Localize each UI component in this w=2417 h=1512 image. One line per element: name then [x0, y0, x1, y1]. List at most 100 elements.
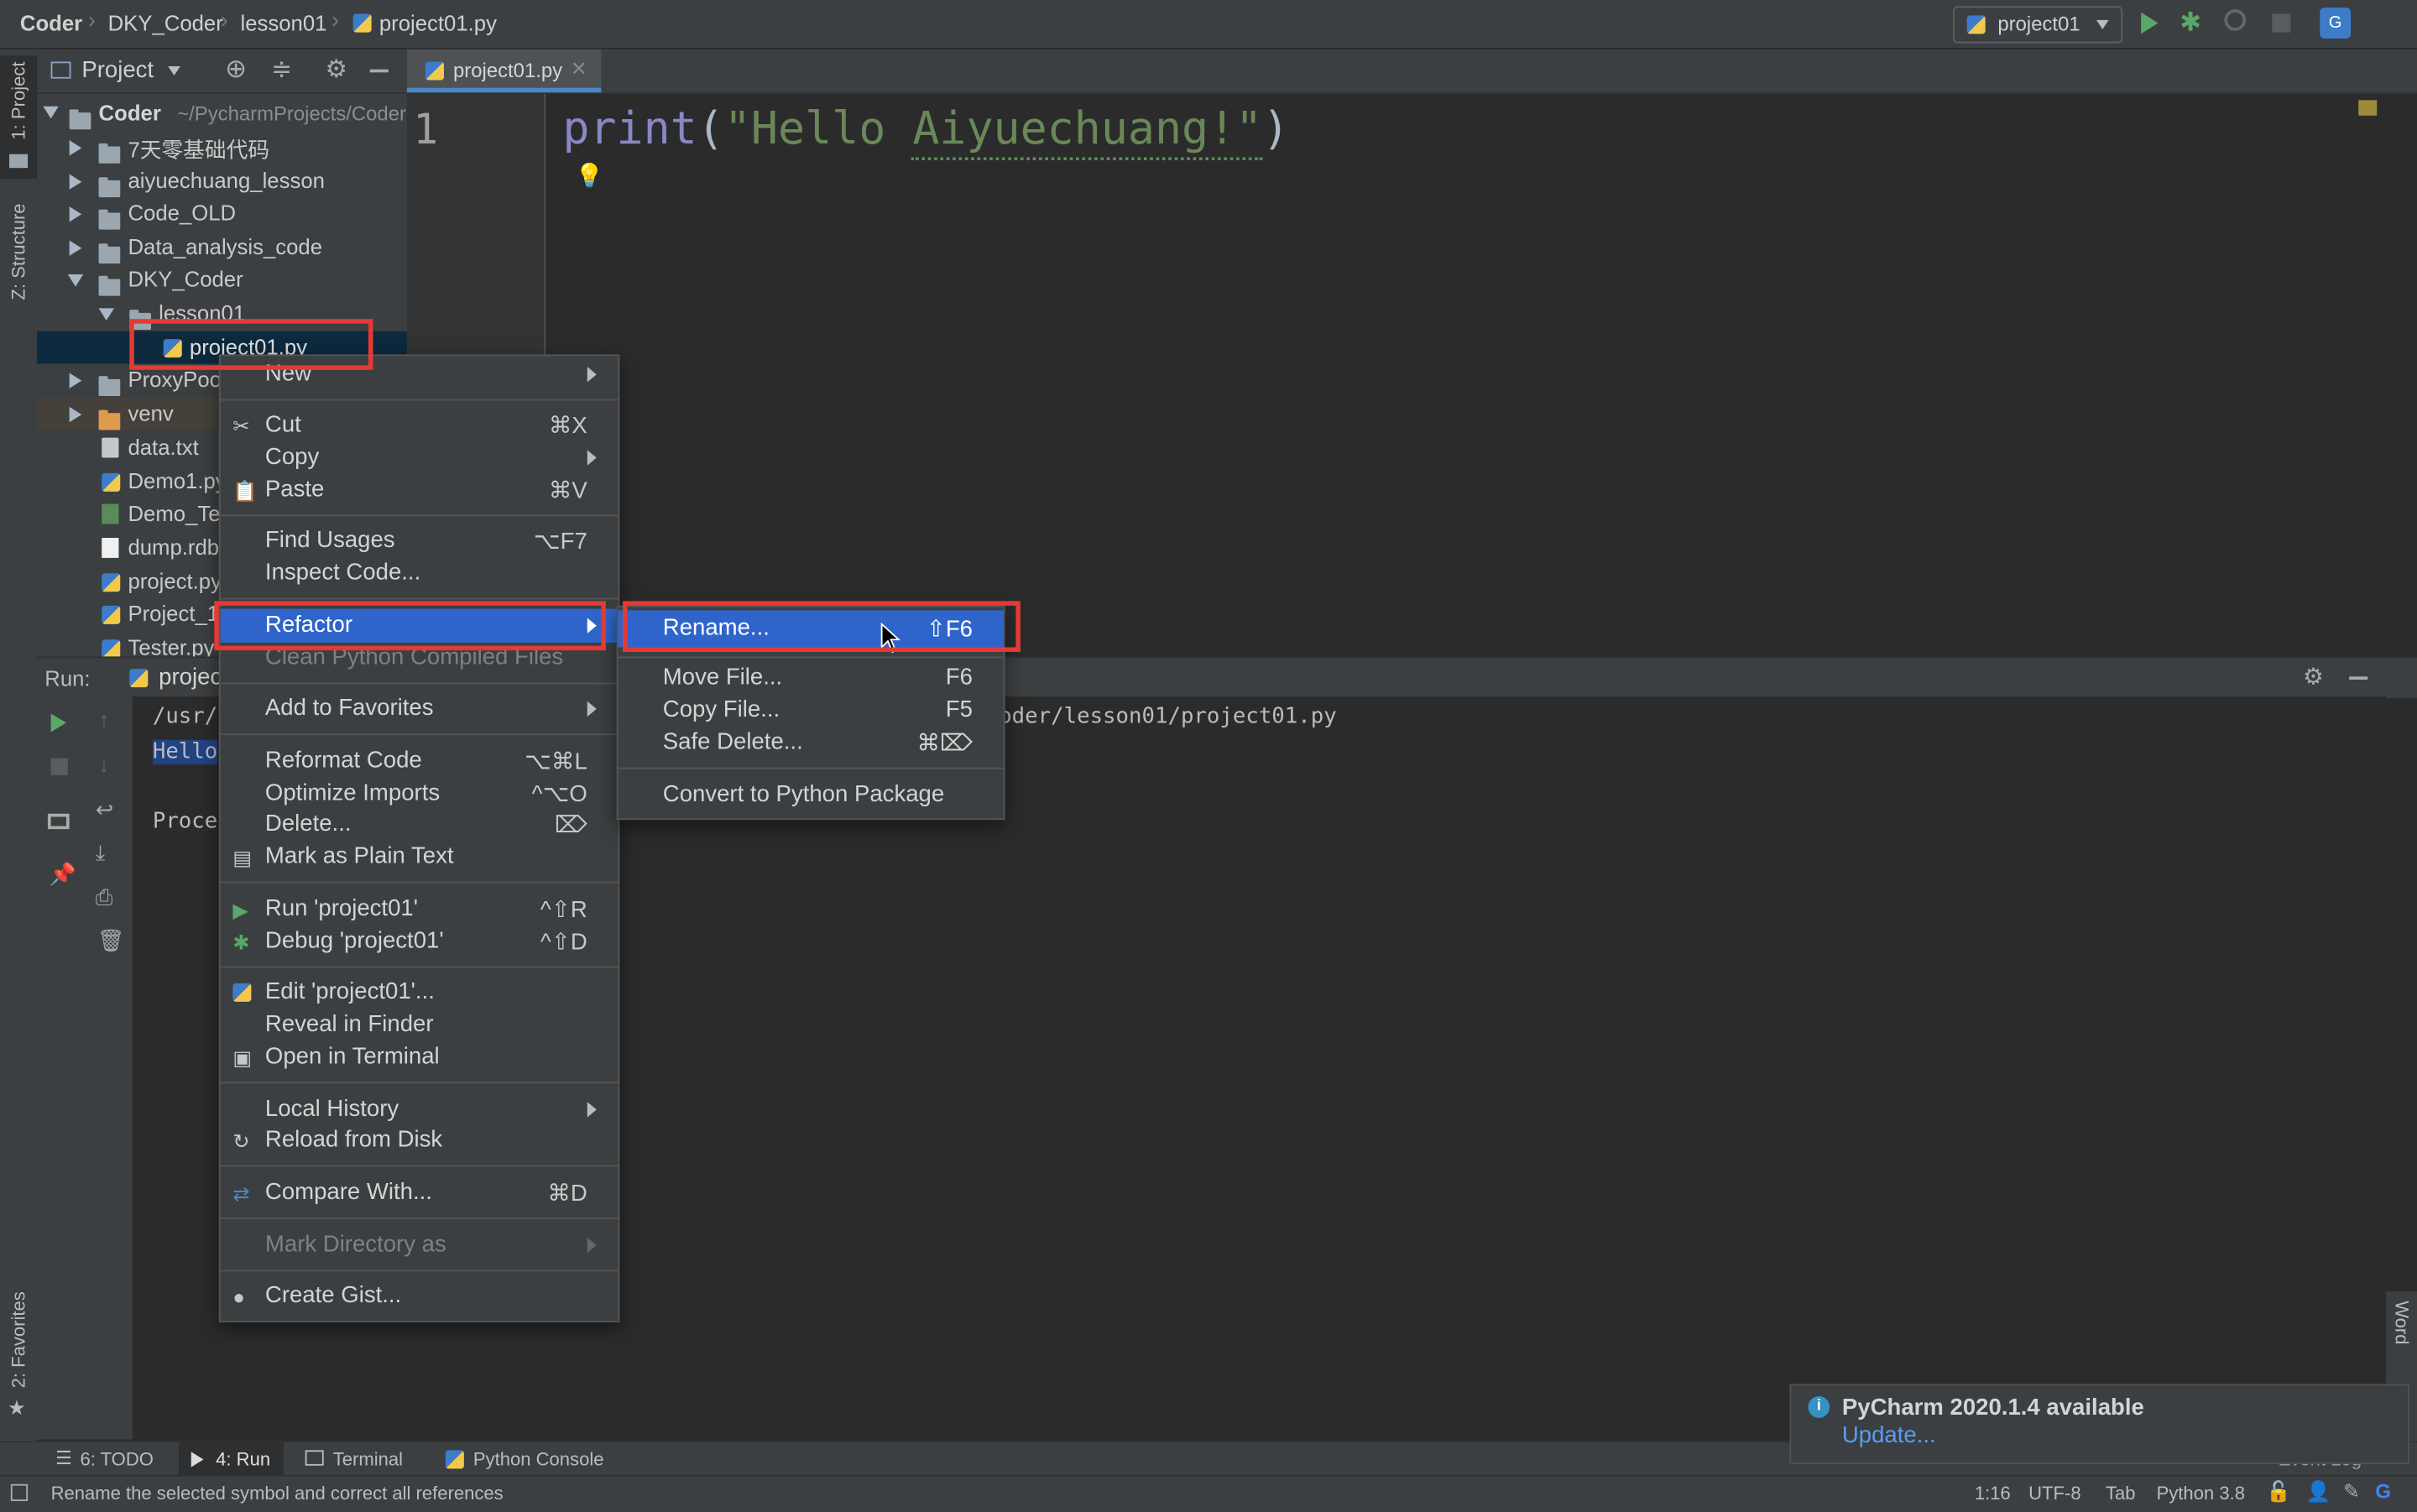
close-icon[interactable]: ✕: [571, 57, 587, 81]
coverage-icon[interactable]: [2224, 9, 2247, 31]
code-token-string: "Hello Aiyuechuang!": [723, 102, 1263, 154]
expand-arrow-icon[interactable]: [69, 373, 82, 388]
update-notification[interactable]: i PyCharm 2020.1.4 available Update...: [1789, 1384, 2409, 1464]
menu-item-reveal-finder[interactable]: Reveal in Finder: [221, 1009, 619, 1040]
status-interpreter[interactable]: Python 3.8: [2157, 1483, 2245, 1504]
submenu-item-convert-package[interactable]: Convert to Python Package: [619, 779, 1004, 811]
menu-item-copy[interactable]: Copy: [221, 442, 619, 473]
breadcrumb-lesson01[interactable]: lesson01: [241, 11, 327, 35]
code-editor[interactable]: print("Hello Aiyuechuang!") 💡: [546, 94, 2417, 655]
breadcrumb-project01[interactable]: project01.py: [379, 11, 497, 35]
expand-arrow-icon[interactable]: [69, 206, 82, 222]
scroll-to-end-icon[interactable]: ⤓: [96, 840, 105, 866]
menu-item-add-favorites[interactable]: Add to Favorites: [221, 694, 619, 725]
chevron-down-icon[interactable]: [168, 65, 180, 76]
editor-tab[interactable]: project01.py ✕: [406, 49, 602, 93]
menu-item-mark-plain-text[interactable]: ▤ Mark as Plain Text: [221, 842, 619, 873]
arrow-up-icon[interactable]: ↑: [99, 707, 110, 732]
menu-item-open-terminal[interactable]: ▣ Open in Terminal: [221, 1042, 619, 1073]
collapse-all-icon[interactable]: ≑: [271, 54, 292, 85]
arrow-down-icon[interactable]: ↓: [99, 752, 110, 776]
menu-item-local-history[interactable]: Local History: [221, 1094, 619, 1125]
expand-arrow-icon[interactable]: [98, 308, 114, 321]
translate-icon[interactable]: G: [2320, 8, 2352, 39]
tool-tab-word[interactable]: Word: [2391, 1301, 2413, 1344]
python-file-icon: [102, 573, 121, 592]
menu-item-inspect-code[interactable]: Inspect Code...: [221, 558, 619, 589]
menu-item-paste[interactable]: 📋 Paste ⌘V: [221, 475, 619, 506]
pin-icon[interactable]: 📌: [50, 862, 76, 888]
tree-item[interactable]: aiyuechuang_lesson: [37, 165, 407, 198]
expand-arrow-icon[interactable]: [67, 274, 84, 287]
google-icon[interactable]: G: [2375, 1479, 2391, 1503]
tree-item-label: Demo1.py: [128, 468, 227, 493]
menu-item-find-usages[interactable]: Find Usages ⌥F7: [221, 525, 619, 556]
status-indent[interactable]: Tab: [2106, 1483, 2136, 1504]
trash-icon[interactable]: 🗑: [97, 928, 125, 954]
submenu-item-move-file[interactable]: Move File... F6: [619, 663, 1004, 694]
breadcrumb-separator: ›: [220, 8, 228, 34]
inspector-icon[interactable]: 👤: [2306, 1479, 2331, 1504]
soft-wrap-icon[interactable]: ↩: [96, 797, 114, 823]
menu-shortcut: ⌘D: [547, 1180, 587, 1207]
tree-item[interactable]: Data_analysis_code: [37, 232, 407, 264]
run-configuration-select[interactable]: project01: [1953, 6, 2123, 44]
tool-windows-icon[interactable]: [10, 1483, 29, 1501]
print-icon[interactable]: ⎙: [96, 884, 113, 910]
rerun-icon[interactable]: [50, 713, 66, 733]
breadcrumb-root[interactable]: Coder: [20, 11, 82, 35]
layout-icon[interactable]: [47, 813, 70, 830]
status-encoding[interactable]: UTF-8: [2028, 1483, 2080, 1504]
tool-tab-structure[interactable]: Z: Structure: [8, 203, 29, 300]
expand-arrow-icon[interactable]: [43, 106, 59, 119]
tree-item[interactable]: DKY_Coder: [37, 263, 407, 296]
tree-item[interactable]: 7天零基础代码: [37, 131, 407, 164]
menu-item-cut[interactable]: ✂ Cut ⌘X: [221, 410, 619, 441]
status-position[interactable]: 1:16: [1975, 1483, 2011, 1504]
expand-arrow-icon[interactable]: [69, 240, 82, 256]
menu-item-compare-with[interactable]: ⇄ Compare With... ⌘D: [221, 1177, 619, 1208]
submenu-item-copy-file[interactable]: Copy File... F5: [619, 695, 1004, 726]
tool-tab-favorites[interactable]: 2: Favorites: [8, 1291, 29, 1388]
minimize-icon[interactable]: [2349, 676, 2368, 680]
gear-icon[interactable]: ⚙: [2303, 663, 2324, 691]
expand-arrow-icon[interactable]: [69, 140, 82, 156]
menu-item-debug[interactable]: ✱ Debug 'project01' ^⇧D: [221, 926, 619, 957]
breadcrumb-dky-coder[interactable]: DKY_Coder: [108, 11, 223, 35]
tool-tab-todo[interactable]: 6: TODO: [81, 1449, 154, 1471]
run-icon[interactable]: [2141, 12, 2159, 34]
lock-icon[interactable]: 🔓: [2266, 1479, 2291, 1504]
locate-icon[interactable]: ⊕: [225, 54, 247, 85]
submenu-arrow-icon: [587, 1237, 597, 1254]
menu-label: Debug 'project01': [264, 927, 444, 954]
tool-tab-terminal[interactable]: Terminal: [333, 1449, 403, 1471]
tool-tab-python-console[interactable]: Python Console: [473, 1449, 604, 1471]
inspection-indicator-icon[interactable]: [2358, 100, 2378, 116]
menu-item-delete[interactable]: Delete... ⌦: [221, 809, 619, 840]
gear-icon[interactable]: ⚙: [326, 54, 347, 85]
clipboard-icon: 📋: [232, 479, 258, 503]
project-panel-title[interactable]: Project: [81, 57, 154, 83]
debug-icon[interactable]: ✱: [2179, 8, 2201, 39]
tree-item[interactable]: Code_OLD: [37, 197, 407, 230]
menu-item-run[interactable]: ▶ Run 'project01' ^⇧R: [221, 894, 619, 925]
menu-item-optimize-imports[interactable]: Optimize Imports ^⌥O: [221, 779, 619, 810]
tree-root[interactable]: Coder ~/PycharmProjects/Coder: [37, 97, 407, 130]
submenu-item-safe-delete[interactable]: Safe Delete... ⌘⌦: [619, 727, 1004, 759]
code-token-function: print: [562, 102, 697, 154]
minimize-icon[interactable]: [369, 69, 389, 73]
stop-icon[interactable]: [2272, 13, 2291, 33]
menu-item-reformat[interactable]: Reformat Code ⌥⌘L: [221, 746, 619, 777]
run-panel-label: Run:: [44, 665, 91, 691]
lightbulb-icon[interactable]: 💡: [575, 162, 603, 190]
menu-item-create-gist[interactable]: ● Create Gist...: [221, 1280, 619, 1311]
git-icon[interactable]: ✎: [2343, 1479, 2360, 1504]
tool-tab-project[interactable]: 1: Project: [8, 61, 29, 139]
notification-update-link[interactable]: Update...: [1842, 1422, 1936, 1448]
expand-arrow-icon[interactable]: [69, 174, 82, 190]
tool-tab-run[interactable]: 4: Run: [216, 1449, 270, 1471]
menu-item-edit-config[interactable]: Edit 'project01'...: [221, 977, 619, 1008]
expand-arrow-icon[interactable]: [69, 406, 82, 423]
stop-icon[interactable]: [50, 758, 68, 775]
menu-item-reload-disk[interactable]: ↻ Reload from Disk: [221, 1125, 619, 1156]
